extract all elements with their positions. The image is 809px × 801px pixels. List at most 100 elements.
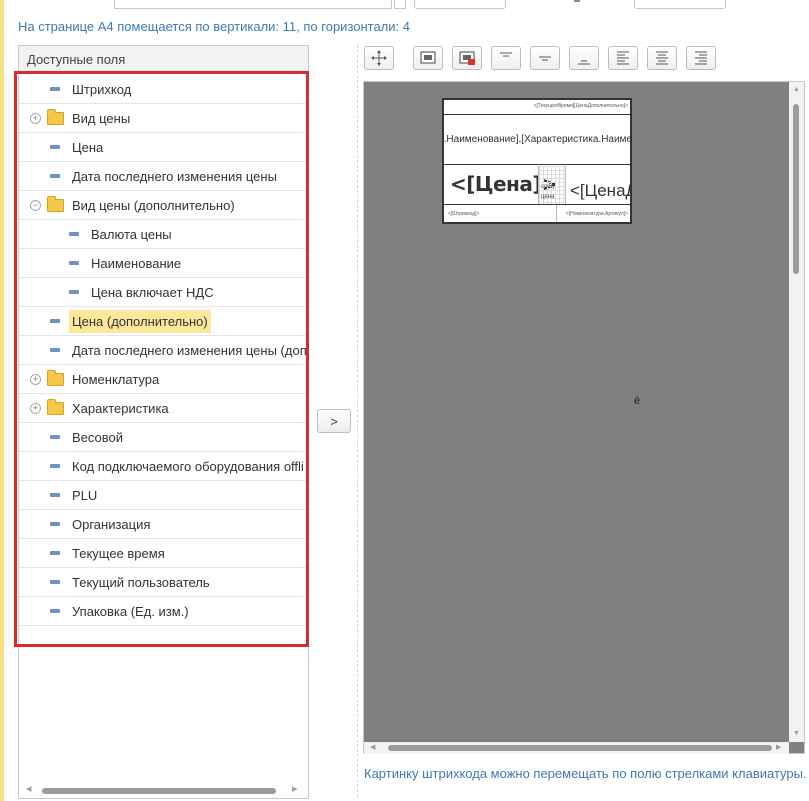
tree-row[interactable]: Штрихкод	[19, 75, 308, 104]
folder-icon	[47, 399, 64, 415]
tree-row[interactable]: + Вид цены	[19, 104, 308, 133]
tree-row-label: Вид цены (дополнительно)	[72, 198, 235, 213]
expand-icon[interactable]: +	[30, 374, 41, 385]
tree-row-label: Наименование	[91, 256, 182, 271]
tree-row-label: Характеристика	[72, 401, 169, 416]
layout-select-dropdown-button[interactable]	[394, 0, 406, 9]
canvas-hscroll-thumb[interactable]	[388, 745, 772, 751]
panel-divider	[357, 45, 358, 797]
field-icon	[50, 174, 60, 178]
tree-row-label: Весовой	[72, 430, 124, 445]
field-icon	[69, 232, 79, 236]
label-special-price-area[interactable]: спец цена	[538, 166, 566, 205]
folder-icon	[47, 370, 64, 386]
field-icon	[50, 348, 60, 352]
label-article-text: <[Номенклатура.Артикул]>	[565, 211, 628, 217]
canvas-scroll-left-arrow-icon[interactable]: ◀	[370, 743, 375, 751]
tree-row-label: Код подключаемого оборудования offli	[72, 459, 304, 474]
tree-row[interactable]: Текущее время	[19, 539, 308, 568]
folder-icon	[47, 196, 64, 212]
tree-row-label: PLU	[72, 488, 98, 503]
expand-icon[interactable]: +	[30, 403, 41, 414]
canvas-horizontal-scrollbar[interactable]: ◀ ▶	[364, 742, 789, 754]
label-additional-price-text[interactable]: <[ЦенаД	[570, 181, 630, 201]
tree-row-label: Дата последнего изменения цены	[72, 169, 277, 184]
tree-row[interactable]: Организация	[19, 510, 308, 539]
field-icon	[50, 551, 60, 555]
tree-row[interactable]: PLU	[19, 481, 308, 510]
scroll-up-arrow-icon[interactable]: ▲	[793, 86, 800, 93]
field-icon	[69, 261, 79, 265]
field-icon	[69, 290, 79, 294]
tree-row[interactable]: Цена (дополнительно)	[19, 307, 308, 336]
field-icon	[50, 609, 60, 613]
collapse-icon[interactable]: −	[30, 200, 41, 211]
field-icon	[50, 435, 60, 439]
label-top-area[interactable]: <[ТекущееВремя][ЦенаДополнительно]>	[444, 100, 630, 115]
tree-row-label: Текущее время	[72, 546, 165, 561]
tree-row[interactable]: Текущий пользователь	[19, 568, 308, 597]
tree-row-label: Цена включает НДС	[91, 285, 214, 300]
tree-row[interactable]: Упаковка (Ед. изм.)	[19, 597, 308, 626]
tree-row[interactable]: − Вид цены (дополнительно)	[19, 191, 308, 220]
label-name-area[interactable]: атура.Наименование],[Характеристика.Наим…	[444, 115, 630, 165]
tree-row-label: Цена	[72, 140, 104, 155]
label-barcode-text: <[Штрихкод]>	[448, 211, 480, 217]
tree-row-label: Цена (дополнительно)	[69, 310, 211, 333]
tree-row[interactable]: Наименование	[19, 249, 308, 278]
tree-row-label: Штрихкод	[72, 82, 132, 97]
label-bottom-area[interactable]: <[Штрихкод]> <[Номенклатура.Артикул]>	[444, 204, 630, 222]
tree-row[interactable]: Цена	[19, 133, 308, 162]
left-edge-stripe	[0, 0, 4, 801]
scroll-thumb[interactable]	[42, 788, 276, 794]
align-center-icon[interactable]	[647, 46, 677, 70]
tree-row-label: Дата последнего изменения цены (доп	[72, 343, 307, 358]
canvas-stray-glyph: ё	[634, 395, 641, 407]
expand-icon[interactable]: +	[30, 113, 41, 124]
top-separator	[574, 0, 580, 2]
tree-row[interactable]: Весовой	[19, 423, 308, 452]
align-top-icon[interactable]	[491, 46, 521, 70]
tree-row[interactable]: Дата последнего изменения цены (доп	[19, 336, 308, 365]
field-icon	[50, 580, 60, 584]
align-right-icon[interactable]	[686, 46, 716, 70]
barcode-move-hint: Картинку штрихкода можно перемещать по п…	[364, 766, 807, 781]
layout-select-field[interactable]	[114, 0, 392, 9]
scroll-right-arrow-icon[interactable]: ▶	[292, 785, 297, 793]
delete-area-icon[interactable]	[452, 46, 482, 70]
canvas-scroll-right-arrow-icon[interactable]: ▶	[776, 743, 781, 751]
label-bottom-divider	[556, 205, 557, 222]
align-left-icon[interactable]	[608, 46, 638, 70]
scroll-down-arrow-icon[interactable]: ▼	[793, 730, 800, 737]
tree-row[interactable]: + Номенклатура	[19, 365, 308, 394]
tree-row[interactable]: Валюта цены	[19, 220, 308, 249]
canvas-vscroll-thumb[interactable]	[793, 104, 799, 274]
available-fields-panel: Доступные поля Штрихкод + Вид цены Цена Дата…	[18, 45, 309, 799]
field-icon	[50, 522, 60, 526]
field-icon	[50, 319, 60, 323]
page-capacity-info: На странице А4 помещается по вертикали: …	[18, 19, 411, 34]
move-icon[interactable]	[364, 46, 394, 70]
price-label-preview[interactable]: <[ТекущееВремя][ЦенаДополнительно]> атур…	[442, 98, 632, 224]
folder-icon	[47, 109, 64, 125]
canvas-vertical-scrollbar[interactable]: ▲ ▼	[789, 82, 804, 742]
fields-tree: Штрихкод + Вид цены Цена Дата последнего изм…	[19, 75, 308, 626]
tree-row[interactable]: + Характеристика	[19, 394, 308, 423]
tree-row-label: Валюта цены	[91, 227, 172, 242]
fields-horizontal-scrollbar[interactable]: ◀ ▶	[18, 784, 307, 796]
insert-area-icon[interactable]	[413, 46, 443, 70]
tree-row-label: Вид цены	[72, 111, 131, 126]
tree-row-label: Текущий пользователь	[72, 575, 210, 590]
top-button-2[interactable]	[634, 0, 726, 9]
top-button-1[interactable]	[414, 0, 506, 9]
tree-row[interactable]: Код подключаемого оборудования offli	[19, 452, 308, 481]
align-middle-icon[interactable]	[530, 46, 560, 70]
field-icon	[50, 493, 60, 497]
field-icon	[50, 145, 60, 149]
add-field-button[interactable]: >	[317, 409, 351, 433]
tree-row[interactable]: Дата последнего изменения цены	[19, 162, 308, 191]
tree-row[interactable]: Цена включает НДС	[19, 278, 308, 307]
scroll-left-arrow-icon[interactable]: ◀	[26, 785, 31, 793]
field-icon	[50, 464, 60, 468]
align-bottom-icon[interactable]	[569, 46, 599, 70]
